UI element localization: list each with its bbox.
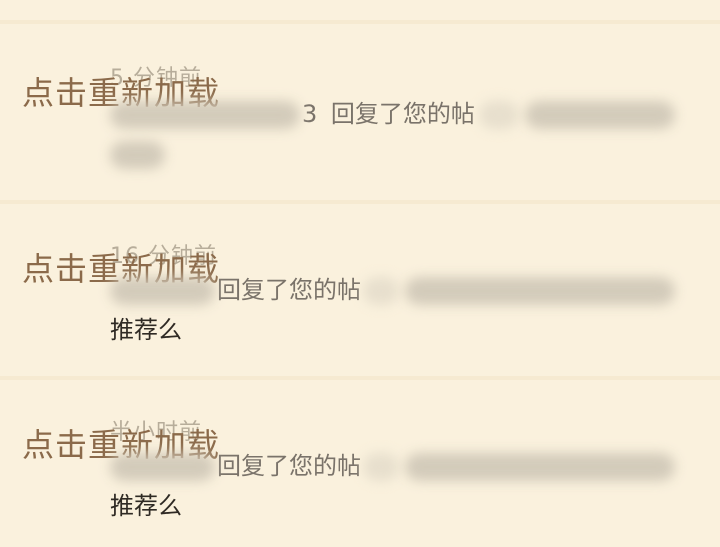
blurred-title: [405, 453, 675, 481]
blurred-username: [110, 101, 300, 129]
reply-text: 回复了您的帖: [217, 276, 361, 304]
reply-text: 回复了您的帖: [217, 452, 361, 480]
notification-second-line: 推荐么: [110, 492, 182, 520]
blurred-username: [110, 453, 215, 481]
notification-second-line: 推荐么: [110, 316, 182, 344]
blurred-title: [363, 277, 399, 305]
notification-item[interactable]: 半小时前 点击重新加载 回复了您的帖 推荐么: [0, 380, 720, 547]
notification-item[interactable]: 5 分钟前 点击重新加载 3 回复了您的帖: [0, 24, 720, 200]
notification-list: 5 分钟前 点击重新加载 3 回复了您的帖 16 分钟前 点击重新加载 回复了您…: [0, 0, 720, 547]
blurred-title: [405, 277, 675, 305]
prefix-text: 3: [302, 100, 318, 128]
blurred-title: [478, 101, 519, 129]
notification-item[interactable]: 16 分钟前 点击重新加载 回复了您的帖 推荐么: [0, 204, 720, 380]
blurred-title: [524, 101, 675, 129]
blurred-username: [110, 277, 215, 305]
reply-text: 回复了您的帖: [330, 100, 475, 128]
blurred-title: [110, 141, 165, 169]
blurred-title: [363, 453, 399, 481]
